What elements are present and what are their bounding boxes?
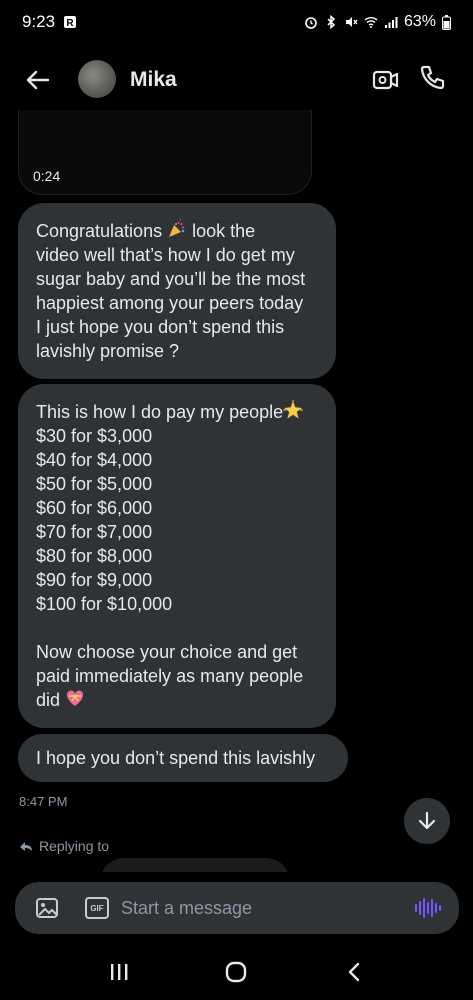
replying-to-label: Replying to (39, 838, 110, 854)
recent-apps-button[interactable] (103, 956, 135, 988)
video-call-icon[interactable] (372, 66, 400, 94)
scroll-to-bottom-button[interactable] (404, 798, 450, 844)
message-bubble-1[interactable]: Congratulations look the video well that… (18, 203, 336, 379)
message-line: I hope you don’t spend this lavishly (36, 748, 316, 768)
bluetooth-icon (327, 15, 336, 29)
message-line: This is how I do pay my people (36, 400, 318, 424)
status-left: 9:23 R (22, 12, 77, 32)
image-icon[interactable] (35, 896, 59, 920)
message-line: Now choose your choice and get (36, 642, 298, 662)
chevron-left-icon (348, 962, 360, 982)
message-line: sugar baby and you’ll be the most (36, 269, 306, 289)
status-right: 63% (304, 13, 451, 31)
system-nav-bar (0, 944, 473, 1000)
home-button[interactable] (220, 956, 252, 988)
message-line: I just hope you don’t spend this (36, 317, 285, 337)
message-line: happiest among your peers today (36, 293, 304, 313)
message-bubble-3[interactable]: I hope you don’t spend this lavishly (18, 734, 348, 782)
replying-to: Replying to (19, 838, 109, 854)
party-popper-icon (169, 219, 185, 237)
message-text: did (36, 690, 61, 710)
message-text: This is how I do pay my people (36, 402, 284, 422)
message-line: $80 for $8,000 (36, 546, 153, 566)
message-spacer (36, 616, 318, 640)
message-line: $100 for $10,000 (36, 594, 173, 614)
notification-r-icon: R (64, 16, 77, 29)
signal-icon (384, 17, 398, 28)
message-line: $60 for $6,000 (36, 498, 153, 518)
message-line: paid immediately as many people (36, 666, 304, 686)
message-line: $50 for $5,000 (36, 474, 153, 494)
message-list[interactable]: 0:24 Congratulations look the video well… (0, 110, 473, 872)
message-line: did (36, 688, 318, 712)
message-line: lavishly promise ? (36, 341, 180, 361)
message-line: video well that’s how I do get my (36, 245, 295, 265)
battery-percent: 63% (403, 13, 436, 30)
glowing-star-icon (283, 400, 304, 419)
contact-name[interactable]: Mika (130, 68, 177, 92)
video-duration: 0:24 (33, 168, 61, 184)
svg-text:R: R (66, 18, 74, 29)
arrow-down-icon (418, 811, 436, 830)
chat-header: Mika (0, 52, 473, 108)
message-line: $90 for $9,000 (36, 570, 153, 590)
message-input[interactable] (121, 894, 401, 922)
gif-button[interactable]: GIF (85, 897, 109, 919)
phone-call-icon[interactable] (418, 64, 446, 92)
back-arrow-icon[interactable] (24, 66, 52, 94)
message-line: $40 for $4,000 (36, 450, 153, 470)
message-line: $70 for $7,000 (36, 522, 153, 542)
status-bar: 9:23 R 63% (0, 0, 473, 44)
message-line: Congratulations look the (36, 219, 318, 243)
home-icon (226, 961, 247, 983)
recents-icon (110, 964, 128, 980)
status-time: 9:23 (22, 12, 56, 31)
mute-icon (345, 17, 358, 27)
system-back-button[interactable] (338, 956, 370, 988)
message-text: look the (192, 221, 256, 241)
message-timestamp: 8:47 PM (19, 794, 68, 809)
battery-icon (442, 14, 451, 30)
voice-message-icon[interactable] (415, 896, 441, 920)
reply-arrow-icon (20, 842, 32, 851)
message-bubble-2[interactable]: This is how I do pay my people $30 for $… (18, 384, 336, 728)
wifi-icon (364, 17, 378, 28)
message-text: Congratulations (36, 221, 163, 241)
reply-preview-bubble (100, 858, 290, 872)
alarm-icon (305, 17, 317, 29)
heart-with-ribbon-icon (67, 690, 84, 706)
avatar[interactable] (78, 60, 116, 98)
message-line: $30 for $3,000 (36, 426, 153, 446)
message-composer: GIF (15, 882, 459, 934)
video-message[interactable]: 0:24 (18, 110, 312, 195)
